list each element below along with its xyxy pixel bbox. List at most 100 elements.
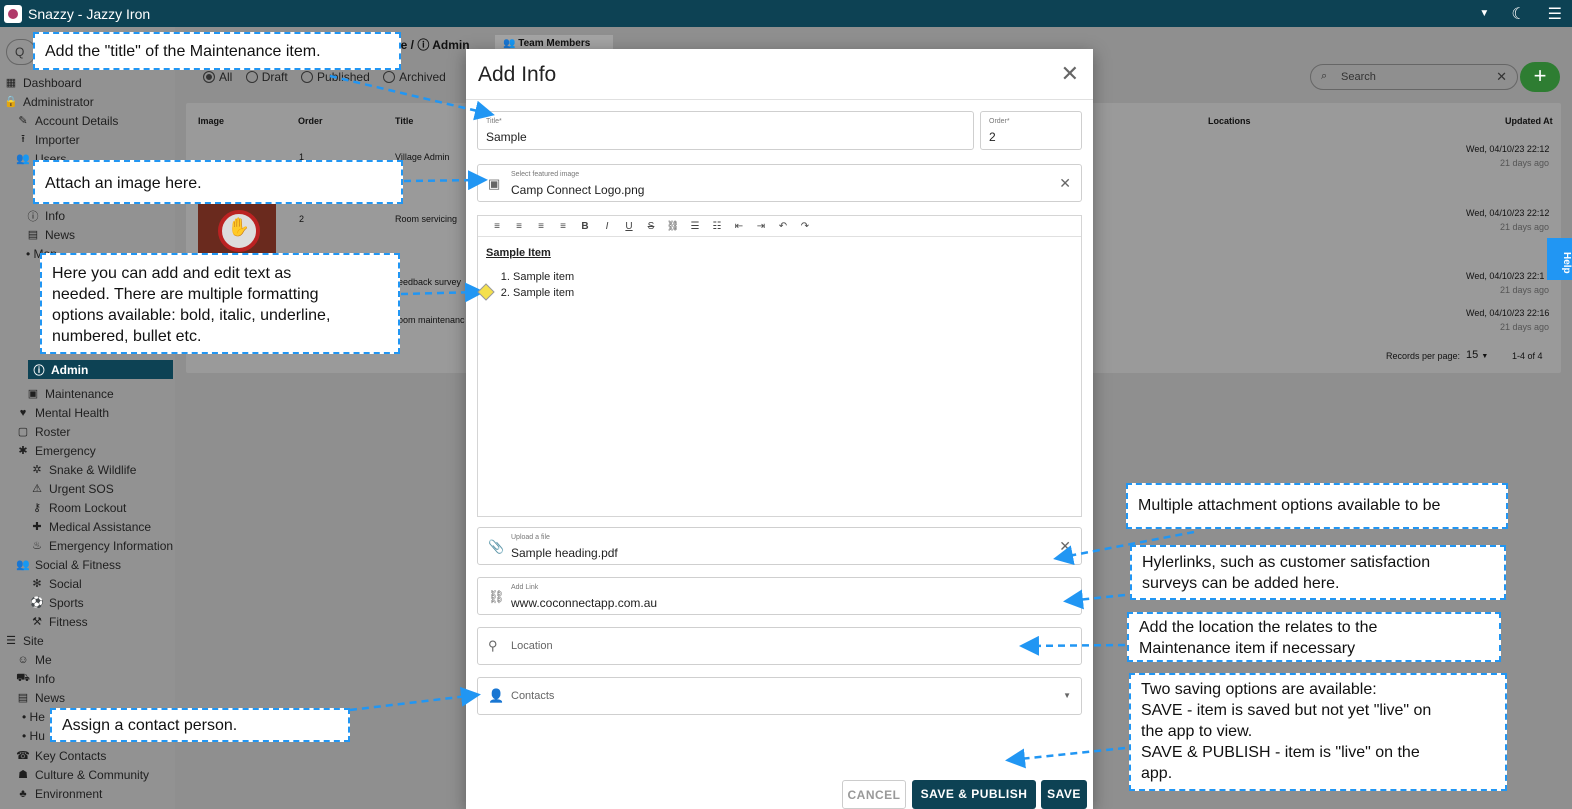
sidebar-item-mental-health[interactable]: ♥ Mental Health — [0, 403, 175, 422]
italic-icon[interactable]: I — [596, 221, 618, 232]
chevron-down-icon[interactable]: ▼ — [1479, 8, 1489, 19]
align-center-icon[interactable]: ≡ — [508, 221, 530, 232]
upload-file-field[interactable]: 📎 Upload a file Sample heading.pdf ✕ — [477, 527, 1082, 565]
contacts-select[interactable]: 👤 Contacts ▼ — [477, 677, 1082, 715]
chevron-down-icon[interactable]: ▼ — [1063, 691, 1071, 700]
sidebar-item-key-contacts[interactable]: ☎ Key Contacts — [0, 746, 175, 765]
link-icon[interactable]: ⛓ — [662, 221, 684, 232]
moon-icon[interactable]: ☾ — [1511, 4, 1525, 24]
sidebar-item-culture-community[interactable]: ☗ Culture & Community — [0, 765, 175, 784]
help-tab[interactable]: Help — [1547, 238, 1572, 280]
editor-content[interactable]: Sample Item Sample item Sample item — [478, 237, 1081, 313]
table-row-ago: 21 days ago — [1500, 322, 1550, 332]
sidebar-item-administrator[interactable]: 🔒 Administrator — [0, 92, 175, 111]
sidebar-item-maintenance[interactable]: ▣ Maintenance — [0, 384, 175, 403]
sidebar-item-emergency-information[interactable]: ♨ Emergency Information — [0, 536, 175, 555]
col-updated[interactable]: Updated At — [1505, 116, 1553, 126]
radio-published[interactable] — [301, 71, 314, 83]
filter-archived-label: Archived — [399, 70, 446, 84]
editor-toolbar: ≡ ≡ ≡ ≡ B I U S ⛓ ☰ ☷ ⇤ ⇥ ↶ ↷ — [478, 216, 1081, 237]
clear-icon[interactable]: ✕ — [1496, 69, 1507, 85]
breadcrumb-current[interactable]: Admin — [432, 38, 469, 52]
sidebar-item-info[interactable]: ⓘ Info — [0, 206, 175, 225]
col-locations[interactable]: Locations — [1208, 116, 1251, 126]
sidebar-item-medical-assistance[interactable]: ✚ Medical Assistance — [0, 517, 175, 536]
menu-icon[interactable]: ☰ — [1548, 4, 1562, 24]
col-order[interactable]: Order — [298, 116, 323, 126]
sidebar-item-urgent-sos[interactable]: ⚠ Urgent SOS — [0, 479, 175, 498]
location-field[interactable]: ⚲ Location — [477, 627, 1082, 665]
link-field-value[interactable]: www.coconnectapp.com.au — [511, 596, 657, 610]
sidebar-item-news[interactable]: ▤ News — [0, 688, 175, 707]
table-row-title[interactable]: oom maintenanc — [398, 315, 465, 325]
clear-icon[interactable]: ✕ — [1059, 538, 1071, 555]
align-right-icon[interactable]: ≡ — [530, 221, 552, 232]
radio-archived[interactable] — [383, 71, 396, 83]
pagination-range: 1-4 of 4 — [1512, 351, 1543, 361]
align-justify-icon[interactable]: ≡ — [552, 221, 574, 232]
title-field[interactable]: Title* Sample — [477, 111, 974, 150]
order-field-value[interactable]: 2 — [989, 130, 996, 144]
featured-image-field[interactable]: ▣ Select featured image Camp Connect Log… — [477, 164, 1082, 202]
close-icon[interactable]: ✕ — [1061, 61, 1079, 87]
clear-icon[interactable]: ✕ — [1059, 175, 1071, 192]
sidebar-item-news[interactable]: ▤ News — [0, 225, 175, 244]
search-icon[interactable]: Q — [6, 39, 36, 65]
indent-icon[interactable]: ⇥ — [750, 221, 772, 232]
sidebar-item-environment[interactable]: ♣ Environment — [0, 784, 175, 803]
sidebar-item-emergency[interactable]: ✱ Emergency — [0, 441, 175, 460]
underline-icon[interactable]: U — [618, 221, 640, 232]
sidebar-item-me[interactable]: ☺ Me — [0, 650, 175, 669]
dumbbell-icon: ⚒ — [32, 616, 42, 628]
sidebar-item-dashboard[interactable]: ▦ Dashboard — [0, 73, 175, 92]
title-field-value[interactable]: Sample — [486, 130, 527, 144]
sidebar-item-social[interactable]: ✻ Social — [0, 574, 175, 593]
table-row-title[interactable]: Room servicing — [395, 214, 457, 224]
sidebar-item-account-details[interactable]: ✎ Account Details — [0, 111, 175, 130]
add-info-dialog: Add Info ✕ Title* Sample Order* 2 ▣ Sele… — [466, 49, 1093, 809]
face-icon: ☺ — [17, 653, 29, 666]
image-field-label: Select featured image — [511, 171, 580, 178]
sidebar-item-sports[interactable]: ⚽ Sports — [0, 593, 175, 612]
radio-draft[interactable] — [245, 71, 258, 83]
rich-text-editor[interactable]: ≡≡≡≡BIUS⛓☰☷⇤⇥↶↷ Sample Item Sample item … — [477, 215, 1082, 517]
bullet-list-icon[interactable]: ☰ — [684, 221, 706, 232]
sidebar-item-site[interactable]: ☰ Site — [0, 631, 175, 650]
sidebar-item-admin[interactable]: ⓘ Admin — [28, 360, 173, 379]
redo-icon[interactable]: ↷ — [794, 221, 816, 232]
sidebar-item-snake-wildlife[interactable]: ✲ Snake & Wildlife — [0, 460, 175, 479]
add-button[interactable]: + — [1520, 62, 1560, 92]
sidebar-item-importer[interactable]: ⭱ Importer — [0, 130, 175, 149]
outdent-icon[interactable]: ⇤ — [728, 221, 750, 232]
col-title[interactable]: Title — [395, 116, 413, 126]
align-left-icon[interactable]: ≡ — [486, 221, 508, 232]
save-publish-button[interactable]: SAVE & PUBLISH — [912, 780, 1036, 809]
file-field-label: Upload a file — [511, 534, 550, 541]
bold-icon[interactable]: B — [574, 221, 596, 232]
sidebar-item-label: Environment — [35, 786, 103, 801]
hands-icon: ♥ — [19, 406, 27, 419]
sidebar-item-room-lockout[interactable]: ⚷ Room Lockout — [0, 498, 175, 517]
status-filters: All Draft Published Archived — [193, 70, 446, 84]
numbered-list-icon[interactable]: ☷ — [706, 221, 728, 232]
strikethrough-icon[interactable]: S — [640, 221, 662, 232]
col-image[interactable]: Image — [198, 116, 224, 126]
table-row-title[interactable]: eedback survey — [398, 277, 461, 287]
sidebar-item-roster[interactable]: ▢ Roster — [0, 422, 175, 441]
sidebar-item-label: Account Details — [35, 113, 119, 128]
order-field[interactable]: Order* 2 — [980, 111, 1082, 150]
cancel-button[interactable]: CANCEL — [842, 780, 906, 809]
sidebar-item-info[interactable]: ⛟ Info — [0, 669, 175, 688]
sidebar-item-fitness[interactable]: ⚒ Fitness — [0, 612, 175, 631]
sidebar-item-social-fitness[interactable]: 👥 Social & Fitness — [0, 555, 175, 574]
save-button[interactable]: SAVE — [1041, 780, 1087, 809]
records-per-page-select[interactable]: 15 ▼ — [1466, 349, 1488, 361]
search-input[interactable]: ⌕ Search ✕ — [1310, 64, 1518, 90]
image-icon: ▣ — [488, 176, 501, 191]
radio-all[interactable] — [203, 71, 215, 83]
upload-icon: ⭱ — [21, 133, 25, 145]
add-link-field[interactable]: ⛓ Add Link www.coconnectapp.com.au — [477, 577, 1082, 615]
undo-icon[interactable]: ↶ — [772, 221, 794, 232]
sidebar-item-label: Urgent SOS — [49, 481, 114, 496]
table-row-title[interactable]: Village Admin — [395, 152, 449, 162]
